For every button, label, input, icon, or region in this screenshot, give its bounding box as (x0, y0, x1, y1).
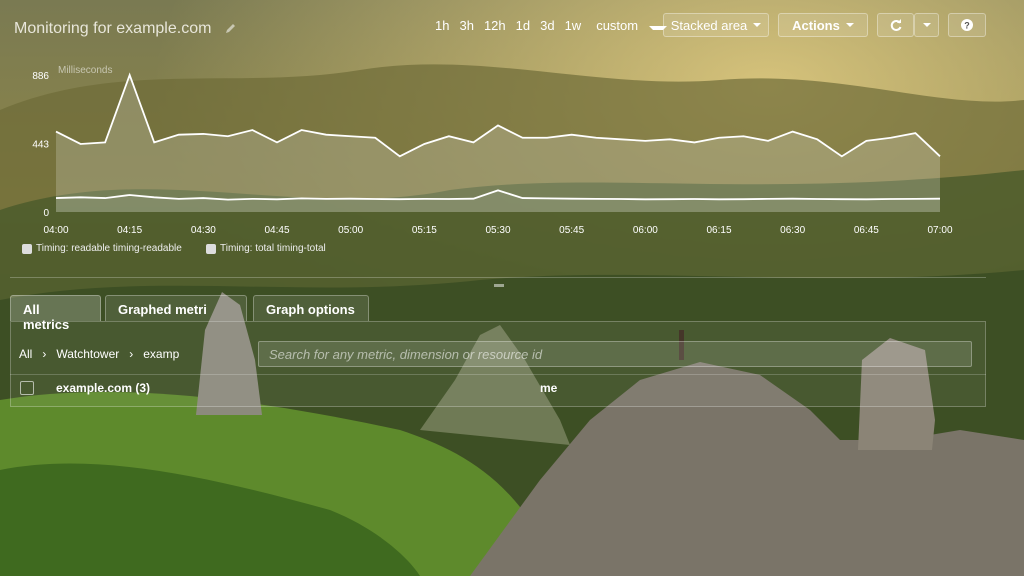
range-3h[interactable]: 3h (454, 18, 478, 33)
x-tick-label: 05:30 (485, 225, 510, 236)
refresh-icon (890, 19, 901, 31)
refresh-button[interactable] (877, 13, 914, 37)
column-header-fragment: me (540, 381, 558, 395)
breadcrumb-watchtower[interactable]: Watchtower (56, 347, 119, 361)
custom-label: custom (596, 18, 639, 33)
chevron-right-icon: › (129, 347, 134, 361)
tab-graph-options[interactable]: Graph options (253, 295, 369, 321)
chevron-down-icon (753, 23, 762, 27)
svg-text:?: ? (964, 21, 970, 31)
pencil-icon[interactable] (224, 22, 238, 36)
graph-type-dropdown[interactable]: Stacked area (663, 13, 769, 37)
divider (10, 277, 986, 278)
breadcrumb-all[interactable]: All (19, 347, 32, 361)
x-tick-label: 04:45 (264, 225, 289, 236)
x-tick-label: 07:00 (927, 225, 952, 236)
row-checkbox[interactable] (20, 381, 34, 395)
actions-dropdown[interactable]: Actions (778, 13, 868, 37)
y-tick-label: 0 (43, 208, 49, 219)
x-tick-label: 06:45 (854, 225, 879, 236)
x-tick-label: 06:30 (780, 225, 805, 236)
refresh-options-dropdown[interactable] (914, 13, 939, 37)
chevron-down-icon (922, 23, 931, 27)
x-tick-label: 04:15 (117, 225, 142, 236)
legend-label: Timing: readable timing-readable (36, 243, 182, 254)
x-tick-label: 04:30 (191, 225, 216, 236)
metric-search-input[interactable] (258, 341, 972, 367)
time-range-selector: 1h 3h 12h 1d 3d 1w custom (430, 18, 672, 33)
range-1h[interactable]: 1h (430, 18, 454, 33)
range-1w[interactable]: 1w (560, 18, 587, 33)
page-title: Monitoring for example.com (14, 20, 212, 37)
legend-label: Timing: total timing-total (220, 243, 326, 254)
y-tick-label: 886 (32, 71, 49, 82)
legend-item-total[interactable]: Timing: total timing-total (206, 243, 326, 254)
x-tick-label: 06:15 (706, 225, 731, 236)
tab-all-metrics[interactable]: All metrics (10, 295, 101, 332)
y-tick-label: 443 (32, 140, 49, 151)
table-row[interactable] (10, 374, 986, 405)
legend-swatch (22, 243, 32, 254)
range-12h[interactable]: 12h (479, 18, 511, 33)
tab-graphed-metrics[interactable]: Graphed metri (105, 295, 247, 321)
chevron-down-icon (845, 23, 854, 27)
range-custom[interactable]: custom (586, 18, 672, 33)
x-tick-label: 06:00 (633, 225, 658, 236)
breadcrumb: All › Watchtower › examp (19, 347, 179, 361)
metrics-chart: Milliseconds 886 443 0 04:00 04:15 04:30 04:4… (32, 65, 953, 236)
x-tick-label: 04:00 (43, 225, 68, 236)
graph-type-label: Stacked area (670, 17, 748, 33)
chevron-right-icon: › (42, 347, 47, 361)
resize-handle[interactable] (494, 284, 504, 287)
breadcrumb-example[interactable]: examp (143, 347, 179, 361)
range-1d[interactable]: 1d (511, 18, 535, 33)
row-label: example.com (3) (56, 381, 151, 395)
y-axis-label: Milliseconds (58, 65, 112, 76)
legend-item-readable[interactable]: Timing: readable timing-readable (22, 243, 182, 254)
x-tick-label: 05:00 (338, 225, 363, 236)
help-icon: ? (961, 19, 973, 31)
actions-label: Actions (792, 17, 840, 33)
x-tick-label: 05:15 (412, 225, 437, 236)
help-button[interactable]: ? (948, 13, 986, 37)
range-3d[interactable]: 3d (535, 18, 559, 33)
x-tick-label: 05:45 (559, 225, 584, 236)
legend-swatch (206, 243, 216, 254)
